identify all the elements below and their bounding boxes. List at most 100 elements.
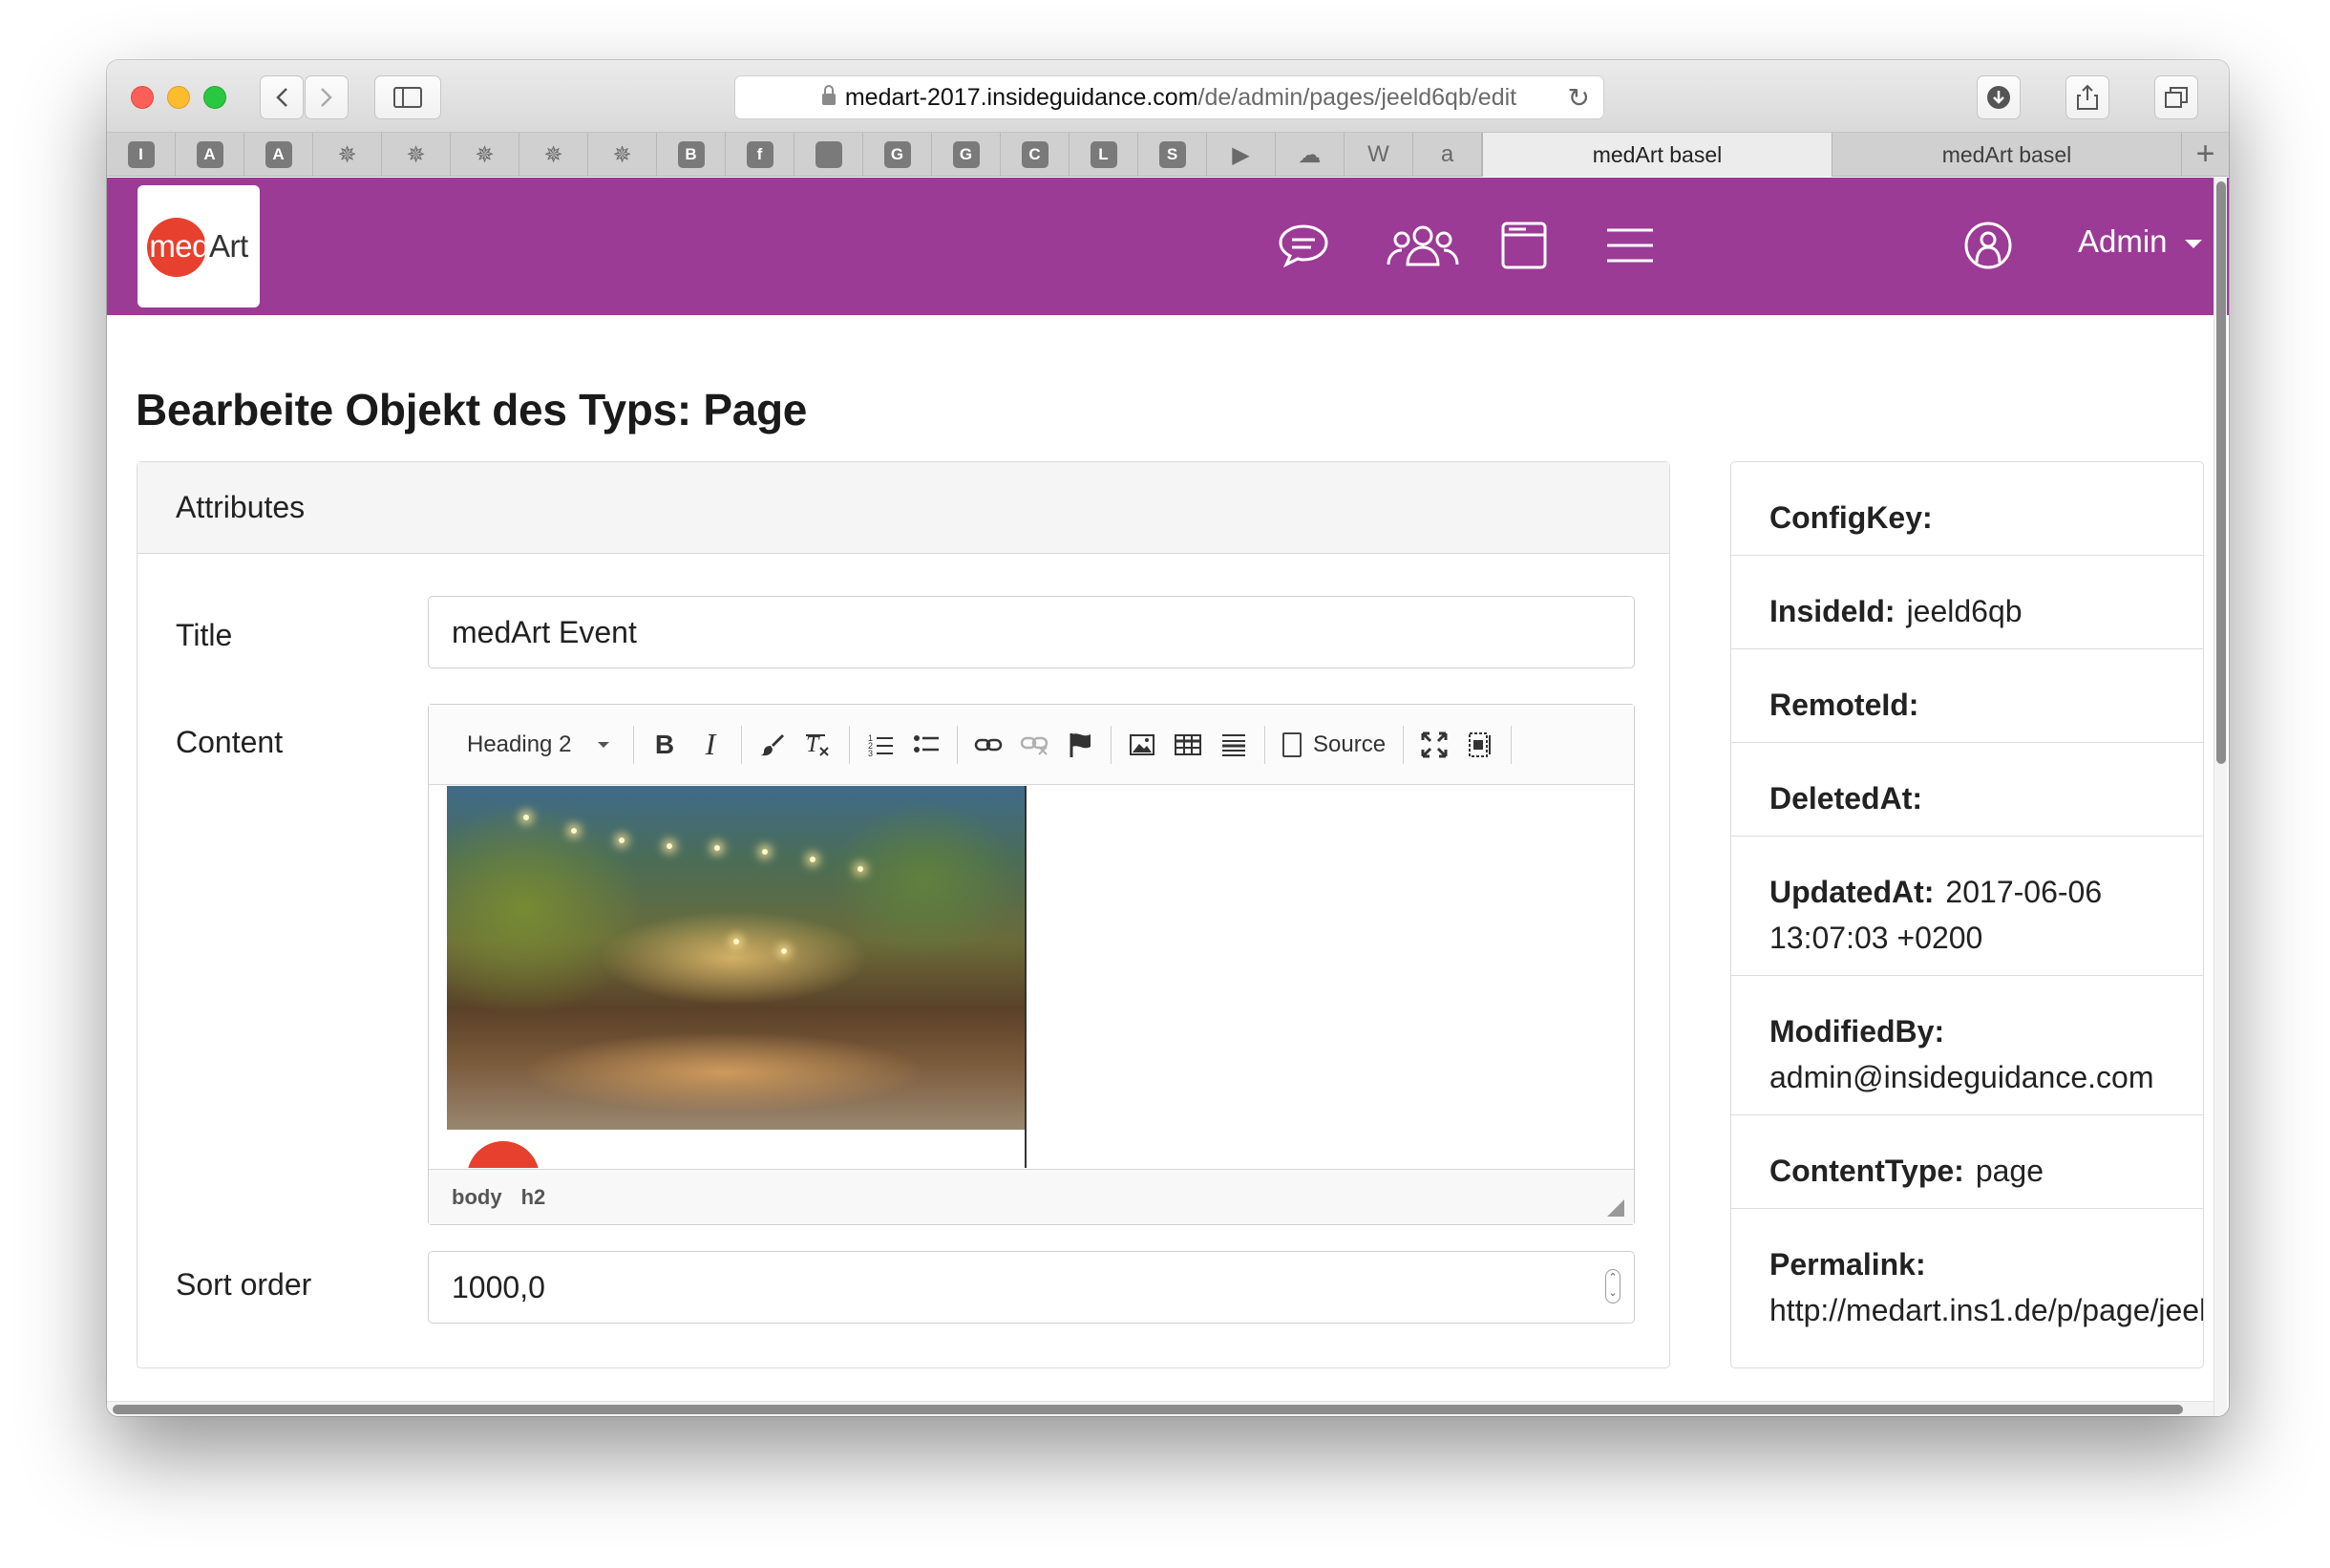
sidebar-toggle-button[interactable]	[374, 75, 441, 119]
favorite-item[interactable]: ✵	[382, 133, 451, 177]
numbered-list-button[interactable]: 123	[858, 722, 903, 768]
favorite-item[interactable]: f	[726, 133, 794, 177]
configkey-row: ConfigKey:	[1731, 462, 2203, 556]
unlink-button[interactable]	[1011, 722, 1057, 768]
vertical-scrollbar[interactable]	[2214, 178, 2227, 1416]
sparkle-icon: ✵	[543, 141, 563, 168]
favorite-icon	[815, 141, 842, 168]
path-body[interactable]: body	[452, 1185, 502, 1210]
horizontal-rule-button[interactable]	[1211, 722, 1257, 768]
favorite-item[interactable]: W	[1345, 133, 1413, 177]
image-button[interactable]	[1119, 722, 1165, 768]
maximize-icon	[1421, 731, 1448, 757]
back-button[interactable]	[260, 75, 304, 119]
favorite-item[interactable]: ☁	[1276, 133, 1345, 177]
bullet-list-button[interactable]	[903, 722, 949, 768]
anchor-button[interactable]	[1057, 722, 1103, 768]
rich-text-editor[interactable]: Heading 2 B I T 1 2 3 Source body h2	[428, 704, 1635, 1225]
new-tab-button[interactable]: +	[2181, 133, 2229, 176]
favorite-item[interactable]: ▶	[1207, 133, 1276, 177]
link-button[interactable]	[965, 722, 1011, 768]
favorite-icon: L	[1090, 141, 1117, 168]
bold-button[interactable]: B	[642, 722, 688, 768]
event-photo[interactable]	[447, 786, 1026, 1130]
favorite-icon: S	[1158, 141, 1186, 168]
table-button[interactable]	[1165, 722, 1211, 768]
deletedat-label: DeletedAt:	[1769, 781, 1923, 816]
favorite-item[interactable]: L	[1070, 133, 1138, 177]
close-window-button[interactable]	[131, 86, 154, 109]
favorite-item[interactable]: ✵	[588, 133, 657, 177]
favorite-icon: I	[127, 141, 155, 168]
remove-format-button[interactable]: T	[795, 722, 841, 768]
favorite-item[interactable]: S	[1138, 133, 1207, 177]
share-icon	[2077, 84, 2098, 110]
favorite-item[interactable]	[794, 133, 863, 177]
favorite-item[interactable]: G	[932, 133, 1001, 177]
favorite-item[interactable]: a	[1413, 133, 1482, 177]
admin-dropdown[interactable]: Admin	[2078, 223, 2202, 260]
title-input[interactable]: medArt Event	[428, 596, 1635, 668]
chevron-left-icon	[276, 88, 287, 107]
facebook-icon: f	[746, 141, 773, 168]
string-light	[858, 866, 863, 872]
address-bar[interactable]: medart-2017.insideguidance.com/de/admin/…	[734, 75, 1604, 119]
copy-format-button[interactable]	[750, 722, 795, 768]
toolbar-separator	[957, 725, 958, 764]
menu-icon[interactable]	[1603, 221, 1657, 270]
share-button[interactable]	[2065, 75, 2109, 119]
forward-button[interactable]	[305, 75, 349, 119]
browser-tab[interactable]: medArt basel	[1832, 133, 2181, 177]
sort-order-input[interactable]: 1000,0 ⌃ ⌄	[428, 1251, 1635, 1324]
path-h2[interactable]: h2	[521, 1185, 546, 1210]
favorite-item[interactable]: ✵	[519, 133, 588, 177]
sparkle-icon: ✵	[612, 141, 632, 168]
favorite-item[interactable]: ✵	[313, 133, 382, 177]
configkey-label: ConfigKey:	[1769, 500, 1933, 535]
reload-icon[interactable]: ↻	[1568, 82, 1590, 114]
favorite-item[interactable]: G	[863, 133, 932, 177]
toolbar-separator	[741, 725, 742, 764]
user-profile-icon[interactable]	[1961, 221, 2015, 270]
image-icon	[1130, 733, 1154, 755]
attributes-panel: Attributes Title medArt Event Content He…	[137, 461, 1670, 1368]
medart-logo[interactable]: medArt	[138, 185, 260, 307]
messages-icon[interactable]	[1277, 221, 1330, 270]
favorite-item[interactable]: B	[657, 133, 726, 177]
toolbar-separator	[1511, 725, 1513, 764]
format-dropdown[interactable]: Heading 2	[448, 731, 625, 758]
browser-window-icon[interactable]	[1497, 221, 1551, 270]
vertical-scroll-thumb[interactable]	[2216, 181, 2226, 764]
maximize-button[interactable]	[1411, 722, 1457, 768]
table-icon	[1175, 733, 1201, 755]
italic-button[interactable]: I	[688, 722, 733, 768]
page-title: Bearbeite Objekt des Typs: Page	[136, 385, 808, 434]
source-label: Source	[1313, 731, 1387, 757]
favorite-item[interactable]: I	[107, 133, 176, 177]
favorite-item[interactable]: C	[1001, 133, 1070, 177]
downloads-button[interactable]	[1977, 75, 2021, 119]
browser-toolbar: medart-2017.insideguidance.com/de/admin/…	[107, 60, 2229, 133]
tab-overview-button[interactable]	[2154, 75, 2198, 119]
browser-tab-active[interactable]: medArt basel	[1482, 133, 1832, 177]
favorite-item[interactable]: A	[244, 133, 313, 177]
users-icon[interactable]	[1383, 221, 1463, 270]
show-blocks-button[interactable]	[1457, 722, 1503, 768]
zoom-window-button[interactable]	[203, 86, 226, 109]
source-button[interactable]: Source	[1273, 731, 1395, 758]
resize-handle-icon[interactable]	[1607, 1199, 1624, 1217]
content-label: Content	[176, 725, 284, 759]
insideid-value: jeeld6qb	[1906, 594, 2023, 628]
favorite-item[interactable]: ✵	[451, 133, 519, 177]
horizontal-scrollbar[interactable]	[107, 1401, 2214, 1416]
favorite-icon: C	[1021, 141, 1048, 168]
favorite-item[interactable]: A	[176, 133, 244, 177]
horizontal-scroll-thumb[interactable]	[113, 1405, 2183, 1414]
updatedat-value-date: 2017-06-06	[1945, 875, 2103, 909]
editor-content-area[interactable]	[429, 786, 1634, 1168]
permalink-value[interactable]: http://medart.ins1.de/p/page/jeeld6qb	[1769, 1293, 2203, 1327]
minimize-window-button[interactable]	[167, 86, 190, 109]
tab-strip: I A A ✵ ✵ ✵ ✵ ✵ B f G G C L S ▶ ☁ W a me…	[107, 133, 2229, 177]
svg-text:3: 3	[868, 749, 873, 757]
number-stepper-icon[interactable]: ⌃ ⌄	[1605, 1269, 1620, 1303]
